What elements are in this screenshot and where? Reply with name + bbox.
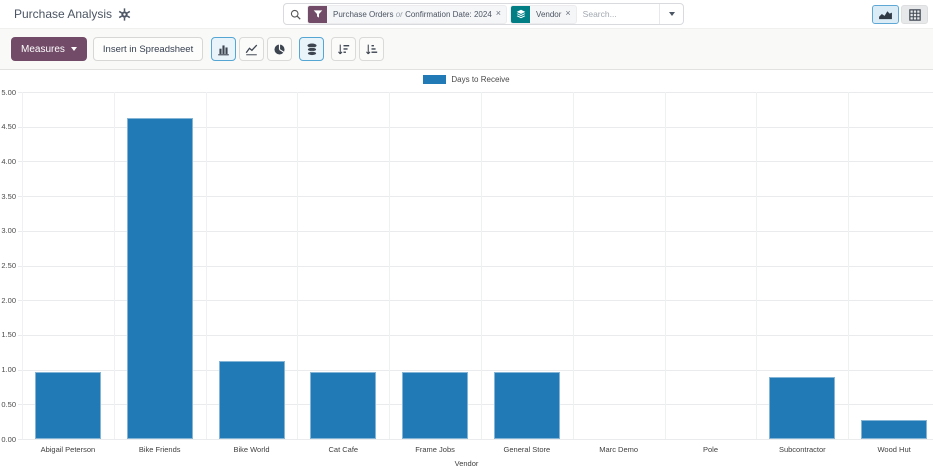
x-axis-label: Subcontractor	[756, 445, 848, 454]
y-axis-tick: 3.00	[0, 226, 16, 235]
graph-view-icon	[878, 9, 893, 20]
bar[interactable]	[219, 361, 285, 439]
filter-icon	[308, 6, 327, 23]
line-chart-icon	[245, 43, 258, 56]
x-axis-label: Pole	[665, 445, 757, 454]
h-gridline	[18, 92, 933, 93]
sort-ascending-button[interactable]	[359, 37, 384, 61]
v-gridline	[481, 92, 482, 439]
y-axis-tick: 1.50	[0, 330, 16, 339]
v-gridline	[665, 92, 666, 439]
bar[interactable]	[127, 118, 193, 439]
gear-icon[interactable]	[118, 8, 131, 21]
pie-chart-button[interactable]	[267, 37, 292, 61]
x-axis-label: General Store	[481, 445, 573, 454]
layers-icon	[511, 6, 530, 23]
search-dropdown-toggle[interactable]	[659, 4, 683, 24]
header: Purchase Analysis	[0, 0, 933, 28]
groupby-facet[interactable]: Vendor ×	[510, 5, 577, 24]
search-input[interactable]	[577, 9, 659, 19]
filter-facet-remove-icon[interactable]: ×	[496, 9, 506, 19]
bar[interactable]	[402, 372, 468, 439]
v-gridline	[389, 92, 390, 439]
groupby-facet-remove-icon[interactable]: ×	[565, 9, 575, 19]
v-gridline	[206, 92, 207, 439]
x-axis-label: Marc Demo	[573, 445, 665, 454]
v-gridline	[297, 92, 298, 439]
v-gridline	[114, 92, 115, 439]
purchase-analysis-page: { "header": { "title": "Purchase Analysi…	[0, 0, 933, 470]
measures-button[interactable]: Measures	[11, 37, 87, 61]
v-gridline	[573, 92, 574, 439]
bar[interactable]	[310, 372, 376, 439]
filter-facet-label: Purchase Orders or Confirmation Date: 20…	[327, 10, 496, 19]
bar-chart-icon	[217, 43, 230, 56]
line-chart-button[interactable]	[239, 37, 264, 61]
v-gridline	[756, 92, 757, 439]
chart-type-buttons	[211, 37, 384, 61]
bar[interactable]	[35, 372, 101, 439]
x-axis-title: Vendor	[0, 459, 933, 468]
chart: Days to Receive Vendor 0.000.501.001.502…	[0, 70, 933, 470]
page-title: Purchase Analysis	[14, 7, 112, 21]
y-axis-tick: 4.50	[0, 122, 16, 131]
bar[interactable]	[494, 372, 560, 439]
chevron-down-icon	[669, 12, 675, 16]
groupby-facet-label: Vendor	[530, 10, 565, 19]
filter-facet[interactable]: Purchase Orders or Confirmation Date: 20…	[307, 5, 507, 24]
y-axis-tick: 0.50	[0, 400, 16, 409]
h-gridline	[18, 439, 933, 440]
sort-descending-icon	[337, 43, 350, 56]
breadcrumb: Purchase Analysis	[14, 0, 131, 28]
x-axis-label: Cat Cafe	[297, 445, 389, 454]
search-bar[interactable]: Purchase Orders or Confirmation Date: 20…	[283, 3, 684, 25]
y-axis-tick: 3.50	[0, 192, 16, 201]
chevron-down-icon	[71, 47, 77, 51]
plot-area: Vendor 0.00 0.50 1.00 1.50 2.00 2.50 3.00 3.50 4…	[0, 70, 933, 470]
y-axis-tick: 5.00	[0, 88, 16, 97]
pivot-view-button[interactable]	[901, 5, 928, 24]
y-axis-tick: 4.00	[0, 157, 16, 166]
y-axis-tick: 0.00	[0, 435, 16, 444]
sort-ascending-icon	[365, 43, 378, 56]
insert-in-spreadsheet-button[interactable]: Insert in Spreadsheet	[93, 37, 203, 61]
pivot-view-icon	[909, 9, 921, 21]
stacked-toggle-button[interactable]	[299, 37, 324, 61]
x-axis-label: Bike World	[206, 445, 298, 454]
search-icon	[290, 9, 301, 20]
v-gridline	[22, 92, 23, 439]
x-axis-label: Abigail Peterson	[22, 445, 114, 454]
view-switcher	[872, 5, 928, 24]
bar-chart-button[interactable]	[211, 37, 236, 61]
v-gridline	[848, 92, 849, 439]
x-axis-label: Wood Hut	[848, 445, 933, 454]
y-axis-tick: 1.00	[0, 365, 16, 374]
x-axis-label: Bike Friends	[114, 445, 206, 454]
y-axis-tick: 2.00	[0, 296, 16, 305]
bar[interactable]	[769, 377, 835, 439]
control-toolbar: Measures Insert in Spreadsheet	[0, 28, 933, 70]
sort-descending-button[interactable]	[331, 37, 356, 61]
pie-chart-icon	[273, 43, 286, 56]
y-axis-tick: 2.50	[0, 261, 16, 270]
stacked-icon	[306, 43, 318, 56]
x-axis-label: Frame Jobs	[389, 445, 481, 454]
bar[interactable]	[861, 420, 927, 439]
graph-view-button[interactable]	[872, 5, 899, 24]
